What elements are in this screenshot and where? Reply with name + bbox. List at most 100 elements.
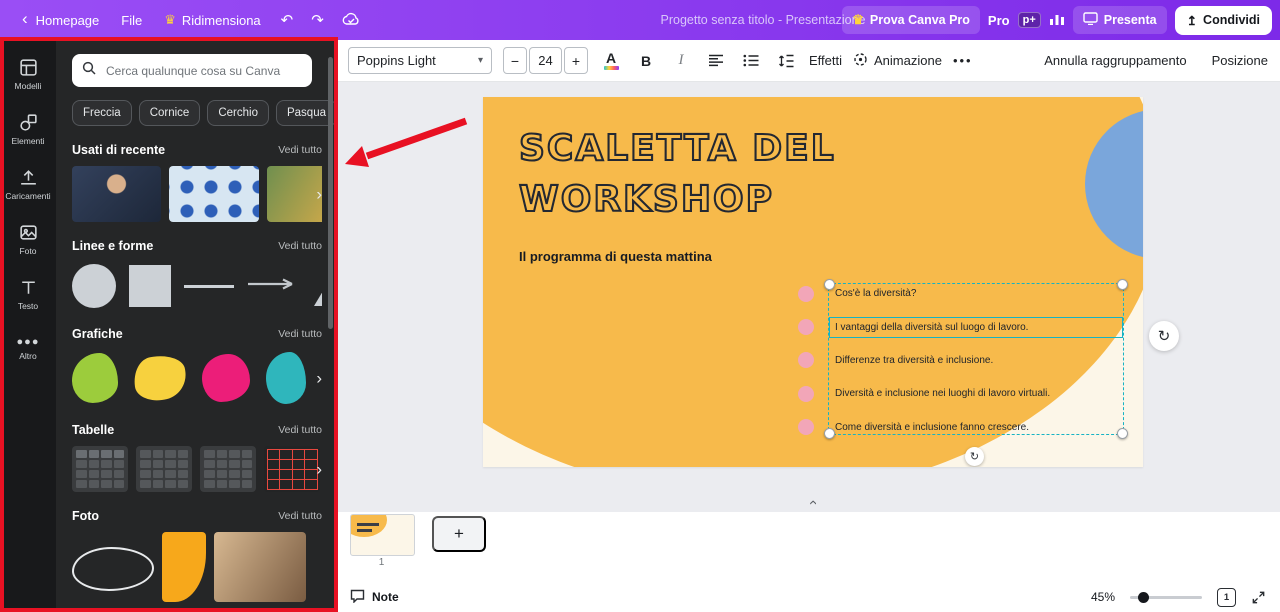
recent-thumb-3[interactable] xyxy=(267,166,322,222)
chip-pasqua[interactable]: Pasqua xyxy=(276,100,336,126)
table-template-2[interactable] xyxy=(136,446,192,492)
sidebar-item-altro[interactable]: ●●● Altro xyxy=(0,321,56,376)
list-item-text[interactable]: Differenze tra diversità e inclusione. xyxy=(835,355,993,366)
search-box[interactable] xyxy=(72,54,312,87)
graphic-blob-green[interactable] xyxy=(72,353,118,403)
document-title[interactable]: Progetto senza titolo - Presentazione xyxy=(661,13,866,27)
resize-button[interactable]: ♛ Ridimensiona xyxy=(154,6,270,34)
see-all-photos[interactable]: Vedi tutto xyxy=(278,510,322,522)
spacing-button[interactable] xyxy=(774,48,798,74)
graphic-blob-teal[interactable] xyxy=(266,352,306,404)
photo-thumb-1[interactable] xyxy=(72,547,154,591)
topbar: ‹ Homepage File ♛ Ridimensiona ↶ ↷ Proge… xyxy=(0,0,1280,40)
present-button[interactable]: Presenta xyxy=(1073,6,1167,34)
chip-freccia[interactable]: Freccia xyxy=(72,100,132,126)
shape-square[interactable] xyxy=(129,265,171,307)
chip-cerchio[interactable]: Cerchio xyxy=(207,100,269,126)
table-template-4[interactable] xyxy=(264,446,320,492)
shape-triangle[interactable] xyxy=(314,266,322,306)
try-pro-button[interactable]: ♛ Prova Canva Pro xyxy=(842,6,980,34)
list-item-text[interactable]: Diversità e inclusione nei luoghi di lav… xyxy=(835,388,1050,399)
file-label: File xyxy=(121,13,142,28)
shape-arrow[interactable] xyxy=(247,277,301,295)
photo-thumb-2[interactable] xyxy=(162,532,206,602)
fullscreen-icon[interactable] xyxy=(1251,590,1266,605)
homepage-button[interactable]: ‹ Homepage xyxy=(10,1,109,39)
panel-scrollbar[interactable] xyxy=(328,57,333,329)
see-all-graphics[interactable]: Vedi tutto xyxy=(278,328,322,340)
see-all-tables[interactable]: Vedi tutto xyxy=(278,424,322,436)
shuffle-colors-button[interactable]: ↻ xyxy=(1149,321,1179,351)
canvas-area[interactable]: SCALETTA DEL WORKSHOP Il programma di qu… xyxy=(336,82,1280,512)
recent-row: › xyxy=(72,166,322,222)
graphic-blob-yellow[interactable] xyxy=(131,353,189,404)
resize-label: Ridimensiona xyxy=(182,13,261,28)
pages-button[interactable]: 1 xyxy=(1217,588,1236,607)
effects-button[interactable]: Effetti xyxy=(809,53,842,68)
zoom-slider-knob[interactable] xyxy=(1138,592,1149,603)
photo-thumb-3[interactable] xyxy=(214,532,306,602)
notes-button[interactable]: Note xyxy=(350,589,399,606)
ungroup-button[interactable]: Annulla raggruppamento xyxy=(1044,53,1186,68)
graphics-scroll-right-icon[interactable]: › xyxy=(316,370,322,387)
toolbar-more-button[interactable]: ••• xyxy=(953,53,973,68)
chip-cornice[interactable]: Cornice xyxy=(139,100,201,126)
list-button[interactable] xyxy=(739,48,763,74)
shape-line[interactable] xyxy=(184,285,234,288)
text-color-letter: A xyxy=(606,51,616,65)
sidebar-item-elementi[interactable]: Elementi xyxy=(0,101,56,156)
page-thumbnail[interactable] xyxy=(350,514,415,556)
font-size-increase-button[interactable]: + xyxy=(564,47,588,74)
slide[interactable]: SCALETTA DEL WORKSHOP Il programma di qu… xyxy=(483,97,1143,467)
list-item-text[interactable]: Come diversità e inclusione fanno cresce… xyxy=(835,422,1029,433)
section-photos-header: Foto Vedi tutto xyxy=(72,509,322,523)
font-size-value[interactable]: 24 xyxy=(529,47,562,74)
shape-circle[interactable] xyxy=(72,264,116,308)
search-input[interactable] xyxy=(104,63,302,79)
tables-scroll-right-icon[interactable]: › xyxy=(316,461,322,478)
table-template-3[interactable] xyxy=(200,446,256,492)
list-item-text[interactable]: I vantaggi della diversità sul luogo di … xyxy=(835,322,1028,333)
bold-button[interactable]: B xyxy=(634,48,658,74)
text-toolbar: Poppins Light ▾ − 24 + A B I Effetti Ani… xyxy=(336,40,1280,82)
zoom-slider[interactable] xyxy=(1130,596,1202,599)
animate-button[interactable]: Animazione xyxy=(853,52,942,70)
alignment-button[interactable] xyxy=(704,48,728,74)
position-button[interactable]: Posizione xyxy=(1212,53,1268,68)
bottom-area: 1 + Note 45% 1 xyxy=(336,512,1280,612)
color-gradient-bar xyxy=(604,66,619,70)
recent-scroll-right-icon[interactable]: › xyxy=(316,186,322,203)
zoom-value[interactable]: 45% xyxy=(1091,590,1115,604)
topbar-right: ♛ Prova Canva Pro Pro p+ Presenta ↥ Cond… xyxy=(842,6,1272,35)
slide-subtitle[interactable]: Il programma di questa mattina xyxy=(519,249,712,264)
font-size-decrease-button[interactable]: − xyxy=(503,47,527,74)
collapse-filmstrip-icon[interactable]: › xyxy=(804,500,821,505)
elements-icon xyxy=(18,112,39,133)
recent-thumb-2[interactable] xyxy=(169,166,259,222)
italic-button[interactable]: I xyxy=(669,48,693,74)
list-item: I vantaggi della diversità sul luogo di … xyxy=(798,310,1128,343)
file-menu[interactable]: File xyxy=(111,7,152,34)
text-color-button[interactable]: A xyxy=(599,48,623,74)
recent-thumb-1[interactable] xyxy=(72,166,161,222)
font-select[interactable]: Poppins Light ▾ xyxy=(348,47,492,74)
pro-plus-badge[interactable]: p+ xyxy=(1018,12,1041,28)
insights-icon[interactable] xyxy=(1049,12,1065,29)
table-template-1[interactable] xyxy=(72,446,128,492)
see-all-shapes[interactable]: Vedi tutto xyxy=(278,240,322,252)
graphics-row: › xyxy=(72,350,322,406)
sidebar-item-testo[interactable]: Testo xyxy=(0,266,56,321)
rotate-handle[interactable]: ↻ xyxy=(965,447,984,466)
list-item-text[interactable]: Cos'è la diversità? xyxy=(835,288,916,299)
undo-button[interactable]: ↶ xyxy=(273,7,302,33)
slide-title[interactable]: SCALETTA DEL WORKSHOP xyxy=(519,123,836,225)
add-page-button[interactable]: + xyxy=(432,516,486,552)
sidebar-item-foto[interactable]: Foto xyxy=(0,211,56,266)
graphic-blob-magenta[interactable] xyxy=(202,354,250,402)
redo-button[interactable]: ↷ xyxy=(303,7,332,33)
see-all-recent[interactable]: Vedi tutto xyxy=(278,144,322,156)
sidebar-item-modelli[interactable]: Modelli xyxy=(0,46,56,101)
sidebar-item-caricamenti[interactable]: Caricamenti xyxy=(0,156,56,211)
thumbnail-line xyxy=(357,529,372,532)
share-button[interactable]: ↥ Condividi xyxy=(1175,6,1272,35)
